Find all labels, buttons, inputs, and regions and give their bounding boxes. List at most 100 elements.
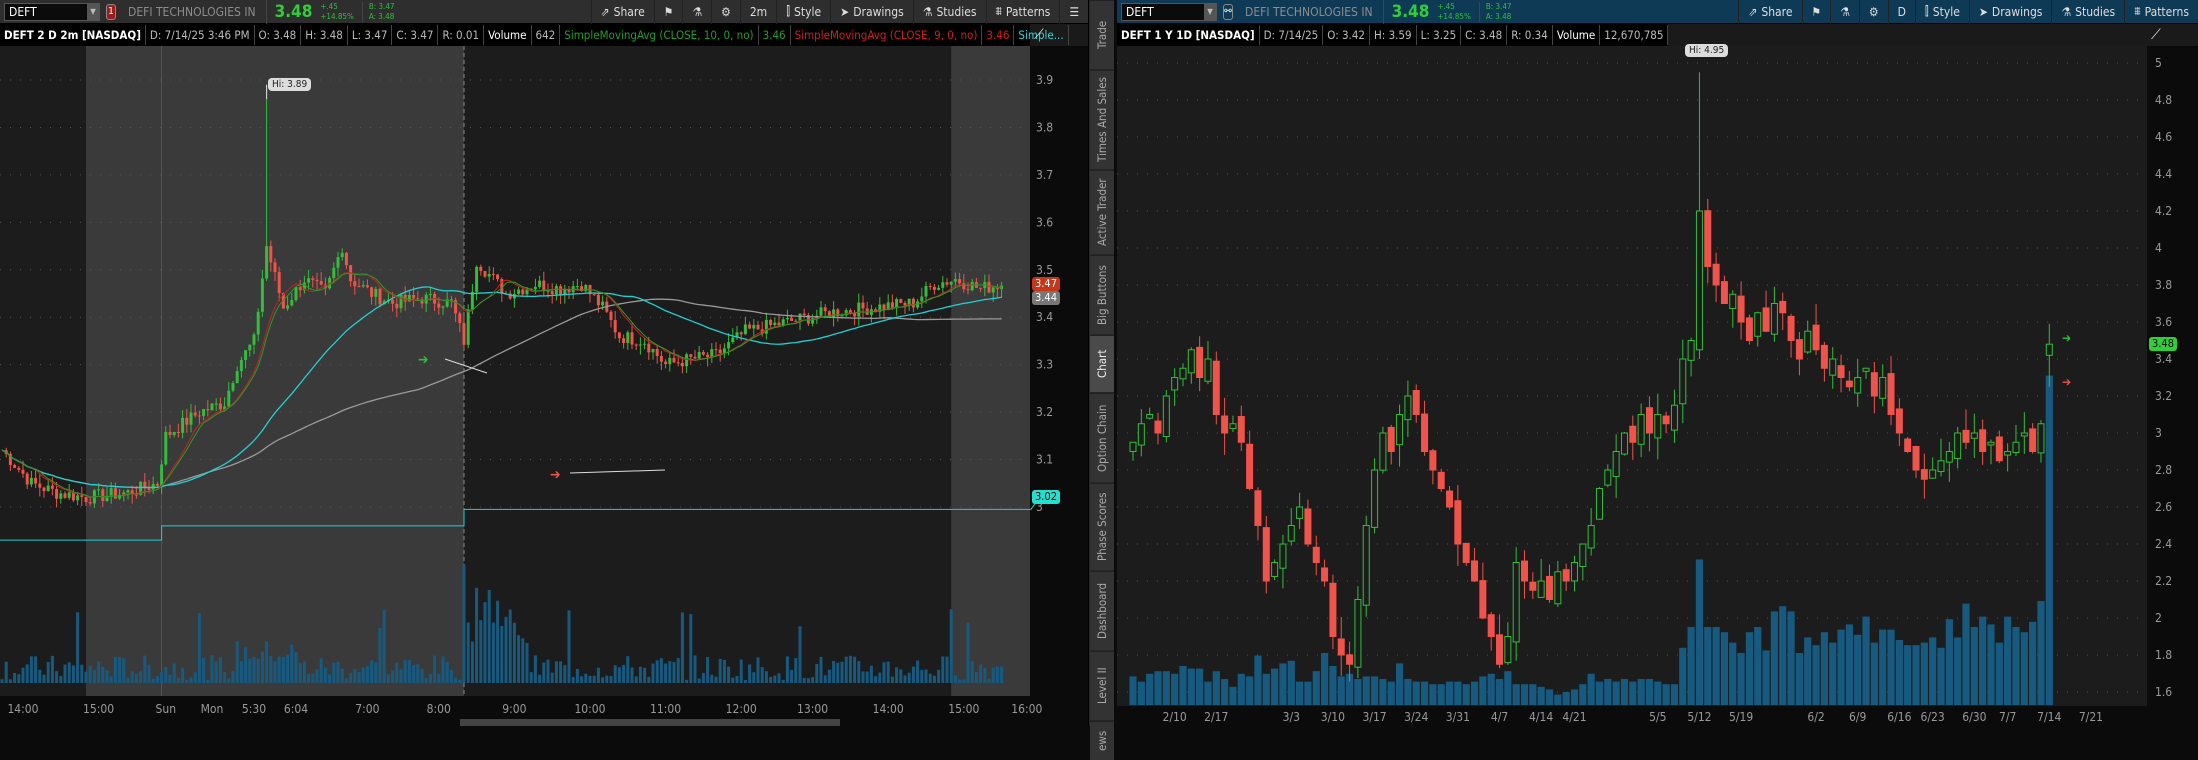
chevron-down-icon[interactable]: ▼ <box>1204 3 1216 20</box>
volume-bar <box>781 679 785 683</box>
net-change: +.45 +14.85% <box>320 2 353 22</box>
volume-bar <box>1962 603 1970 705</box>
candle <box>727 342 731 349</box>
studies-button[interactable]: ⚗ Studies <box>2051 0 2124 24</box>
sma-9-label[interactable]: SimpleMovingAvg (CLOSE, 9, 0, no) <box>791 25 983 45</box>
change-pct: +14.85% <box>1437 11 1471 21</box>
candle <box>701 352 705 355</box>
candle <box>680 362 684 367</box>
volume-bar <box>517 635 521 683</box>
volume-bar <box>1312 671 1320 705</box>
tab-option-chain[interactable]: Option Chain <box>1090 393 1114 482</box>
candle <box>248 344 252 351</box>
study-settings-icon[interactable]: ⟋ <box>1034 27 1052 45</box>
drawings-button[interactable]: ➤ Drawings <box>830 0 913 24</box>
tab-chart[interactable]: Chart <box>1090 335 1114 392</box>
bar-high: H: 3.48 <box>301 25 348 45</box>
style-button[interactable]: ⫿ Style <box>1914 0 1969 24</box>
volume-bar <box>403 660 407 683</box>
symbol-input[interactable]: DEFT ▼ <box>4 2 100 21</box>
sma-10-label[interactable]: SimpleMovingAvg (CLOSE, 10, 0, no) <box>560 25 759 45</box>
daily-price-chart[interactable]: 5 4.8 4.6 4.4 4.2 4 3.8 3.6 3.4 3.2 3 2.8 2.6 2.4 2.2 2… <box>1117 46 2198 726</box>
volume-bar <box>151 678 155 683</box>
share-button[interactable]: ⇗ Share <box>590 0 654 24</box>
candle <box>1804 330 1812 353</box>
settings-button[interactable]: ⚙ <box>1858 0 1888 24</box>
volume-bar <box>962 679 966 683</box>
x-tick-label: 15:00 <box>83 702 114 716</box>
period-button[interactable]: D <box>1887 0 1915 24</box>
volume-bar <box>1620 679 1629 705</box>
link-group-icon[interactable]: 1 <box>106 3 116 20</box>
share-button[interactable]: ⇗ Share <box>1738 0 1801 24</box>
tab-phase-scores[interactable]: Phase Scores <box>1090 483 1114 570</box>
drawings-button[interactable]: ➤ Drawings <box>1968 0 2052 24</box>
tab-active-trader[interactable]: Active Trader <box>1090 170 1114 254</box>
flask-button[interactable]: ⚗ <box>1830 0 1859 24</box>
candle <box>1720 281 1728 305</box>
studies-button[interactable]: ⚗ Studies <box>912 0 986 24</box>
study-settings-icon[interactable]: ⟋ <box>2151 27 2169 45</box>
patterns-icon: ⩩ <box>995 4 1002 18</box>
candle <box>294 287 298 301</box>
menu-button[interactable]: ☰ <box>1059 0 1088 24</box>
patterns-button[interactable]: ⩩ Patterns <box>985 0 1060 24</box>
volume-bar <box>874 676 878 683</box>
bar-low: L: 3.47 <box>348 25 393 45</box>
y-tick-label: 3.8 <box>2155 278 2172 292</box>
candle <box>378 288 382 305</box>
flask-icon: ⚗ <box>2061 4 2072 19</box>
candle <box>340 252 344 258</box>
volume-bar <box>1979 616 1987 705</box>
volume-bar <box>1179 666 1187 705</box>
flag-button[interactable]: ⚑ <box>1801 0 1831 24</box>
candle <box>466 309 470 345</box>
candle <box>260 278 264 312</box>
patterns-button[interactable]: ⩩ Patterns <box>2124 0 2198 24</box>
settings-button[interactable]: ⚙ <box>711 0 740 24</box>
chevron-down-icon[interactable]: ▼ <box>87 3 99 20</box>
candle <box>1870 372 1878 397</box>
candle <box>1579 543 1587 567</box>
intraday-price-chart[interactable]: 3.93.83.73.63.53.43.33.23.1314:00 15:00 Su… <box>0 46 1088 726</box>
period-button[interactable]: 2m <box>739 0 776 24</box>
style-button[interactable]: ⫿ Style <box>776 0 830 24</box>
tab-trade[interactable]: Trade <box>1090 0 1114 69</box>
candle <box>252 334 256 345</box>
tab-times-and-sales[interactable]: Times And Sales <box>1090 70 1114 169</box>
volume-bar <box>638 666 642 683</box>
volume-bar <box>752 672 756 683</box>
candle <box>428 293 432 295</box>
volume-bar <box>143 655 147 683</box>
candle <box>407 294 411 302</box>
candle <box>487 273 491 277</box>
company-name: DEFI TECHNOLOGIES IN <box>1245 0 1384 24</box>
volume-bar <box>932 675 936 683</box>
x-tick-label: Mon <box>201 702 224 716</box>
volume-bar <box>1704 627 1712 705</box>
horizontal-scrollbar[interactable] <box>460 719 840 726</box>
candle <box>109 488 113 496</box>
tab-dashboard[interactable]: Dashboard <box>1090 571 1114 650</box>
symbol-input[interactable]: DEFT ▼ <box>1121 2 1217 21</box>
style-label: Style <box>1932 4 1960 19</box>
candle <box>1412 390 1420 415</box>
candle <box>1970 432 1978 439</box>
y-tick-label: 5 <box>2155 56 2162 70</box>
tab-big-buttons[interactable]: Big Buttons <box>1090 255 1114 334</box>
candle <box>332 267 336 279</box>
volume-bar <box>827 669 831 683</box>
candle <box>739 332 743 335</box>
flask-button[interactable]: ⚗ <box>682 0 711 24</box>
link-icon[interactable]: ⚯ <box>1223 3 1233 20</box>
volume-bar <box>1604 679 1612 705</box>
volume-bar <box>38 669 42 683</box>
tab-ews[interactable]: ews <box>1090 721 1114 760</box>
volume-bar <box>1854 634 1862 705</box>
volume-bar <box>970 661 974 683</box>
extended-hours-shade <box>951 46 1030 696</box>
flag-button[interactable]: ⚑ <box>653 0 683 24</box>
candle <box>1396 414 1404 446</box>
tab-level-ii[interactable]: Level II <box>1090 651 1114 720</box>
vertical-tab-strip: Trade Times And Sales Active Trader Big But… <box>1088 0 1114 760</box>
